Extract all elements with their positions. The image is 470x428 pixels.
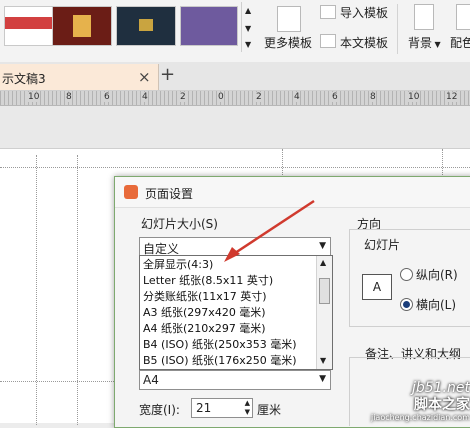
watermark: jb51.net 脚本之家 jiaocheng.chazidian.com [336, 380, 470, 422]
watermark-line3: jiaocheng.chazidian.com [370, 413, 470, 422]
watermark-line2: 脚本之家 [414, 397, 470, 413]
arrow-line [231, 199, 315, 257]
annotation-arrow [224, 199, 315, 262]
arrow-head [224, 247, 240, 262]
